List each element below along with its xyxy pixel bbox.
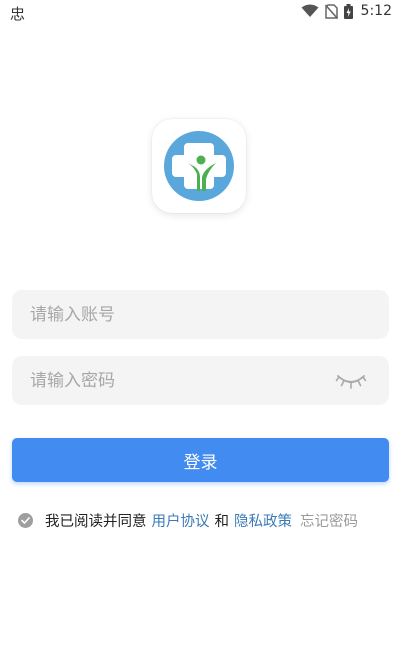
status-time: 5:12	[360, 3, 392, 19]
agreement-checkbox[interactable]	[18, 512, 33, 528]
password-field	[12, 356, 389, 405]
medical-cross-person-logo-icon	[164, 131, 234, 201]
app-notification-icon: 忠	[10, 5, 26, 23]
app-logo	[152, 119, 246, 213]
agreement-prefix: 我已阅读并同意	[45, 513, 147, 530]
agreement-row: 我已阅读并同意 用户协议 和 隐私政策 忘记密码	[18, 509, 390, 531]
user-agreement-link[interactable]: 用户协议	[152, 510, 210, 531]
status-bar: 忠 5:12	[0, 0, 400, 26]
wifi-icon	[301, 4, 319, 17]
password-input[interactable]	[12, 356, 389, 405]
status-icons: 5:12	[301, 3, 392, 19]
check-icon	[21, 516, 30, 524]
login-button[interactable]: 登录	[12, 438, 389, 482]
agreement-and: 和	[214, 513, 230, 530]
account-input[interactable]	[12, 290, 389, 339]
no-sim-icon	[324, 3, 338, 19]
forgot-password-link[interactable]: 忘记密码	[300, 510, 358, 531]
privacy-policy-link[interactable]: 隐私政策	[234, 510, 292, 531]
account-field	[12, 290, 389, 339]
battery-icon	[343, 3, 353, 19]
eye-closed-icon[interactable]	[335, 371, 367, 391]
